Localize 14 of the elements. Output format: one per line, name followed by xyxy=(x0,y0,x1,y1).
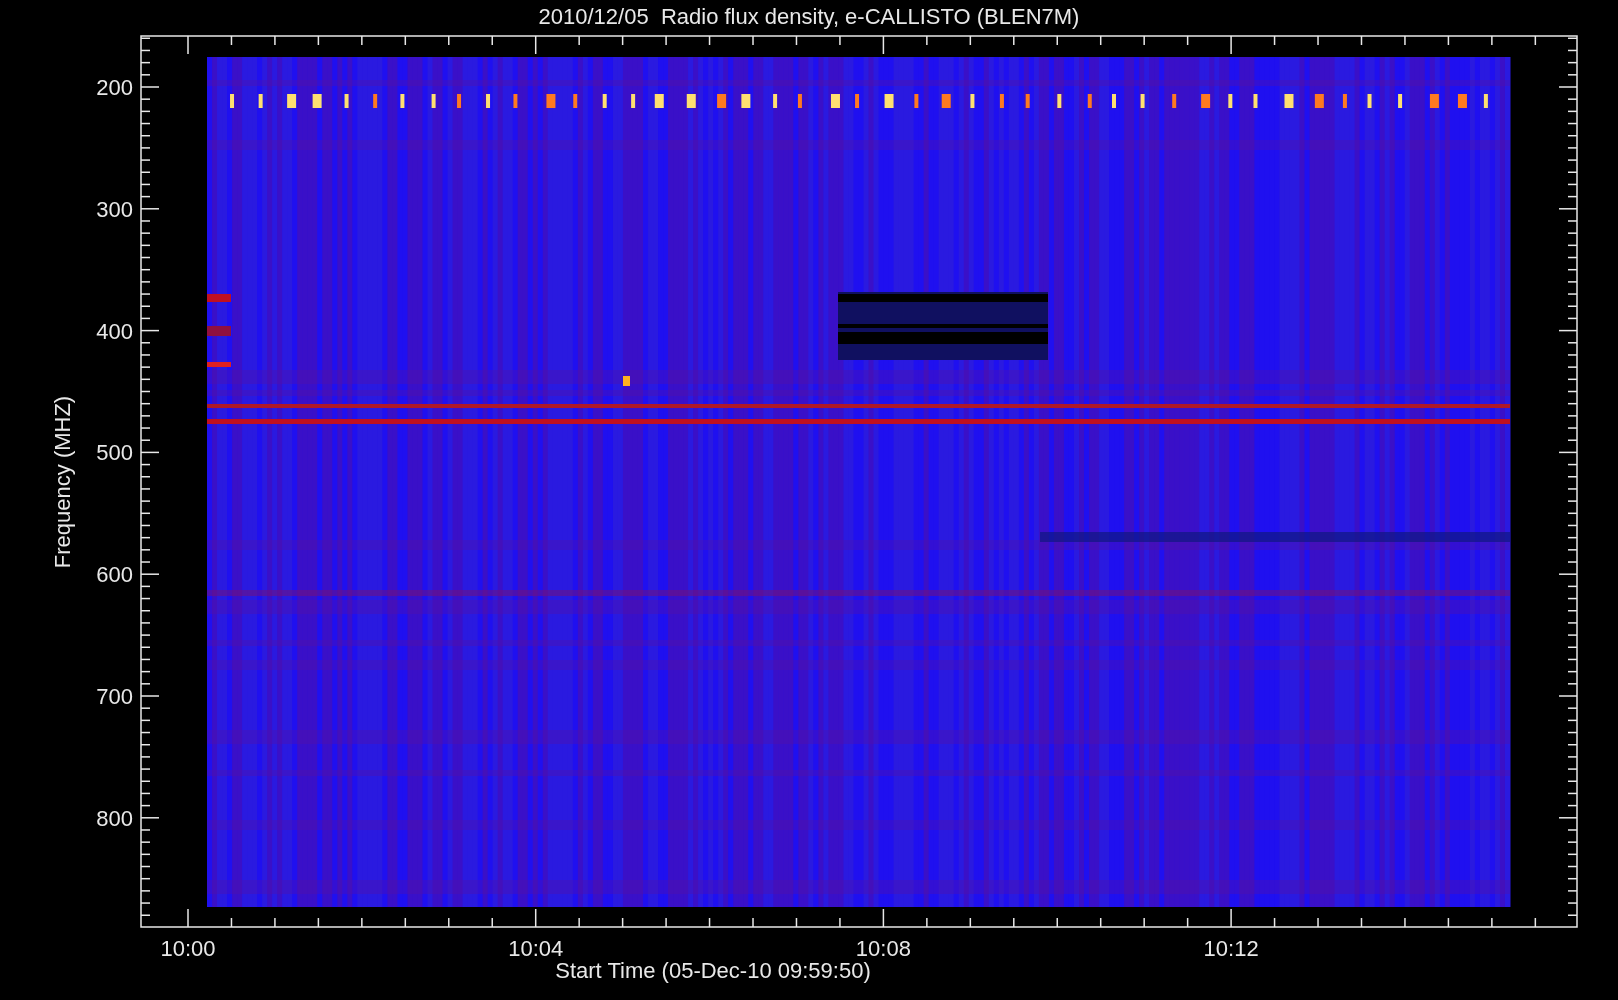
tick-label: 10:04 xyxy=(508,936,564,961)
tick-label: 300 xyxy=(96,196,133,222)
tick-label: 10:08 xyxy=(855,936,911,961)
tick-label: 500 xyxy=(96,440,133,466)
axis-label: Frequency (MHZ) xyxy=(50,395,75,569)
tick-label: 800 xyxy=(96,805,133,831)
tick-label: 200 xyxy=(96,75,133,100)
tick-label: 10:00 xyxy=(160,936,216,961)
axis-label: Start Time (05-Dec-10 09:59:50) xyxy=(555,958,871,983)
tick-label: 700 xyxy=(96,684,133,709)
chart-title: 2010/12/05 Radio flux density, e-CALLISTO (BLEN7M) xyxy=(538,4,1080,29)
tick-label: 600 xyxy=(96,562,133,588)
tick-label: 400 xyxy=(96,318,133,344)
tick-label: 10:12 xyxy=(1203,936,1259,961)
